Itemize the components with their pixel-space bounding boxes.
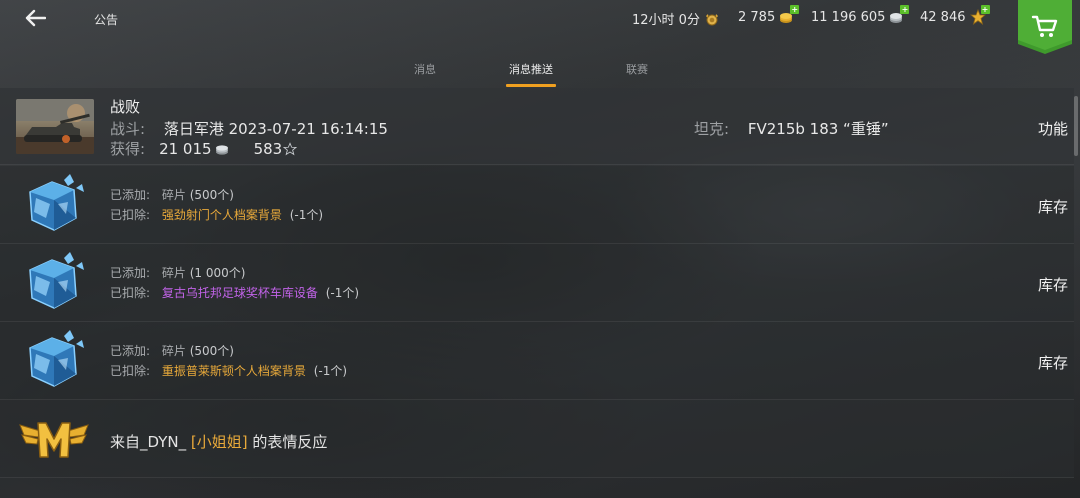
gold-value: 2 785 (738, 9, 776, 25)
added-amount: (1 000个) (189, 266, 246, 280)
removed-item-name: 重振普莱斯顿个人档案背景 (161, 364, 306, 378)
premium-timer[interactable]: 12小时 0分 (632, 9, 720, 28)
clan-tag: 小姐姐 (196, 433, 242, 451)
item-removed-line: 已扣除: 强劲射门个人档案背景 (-1个) (110, 206, 323, 223)
add-silver-icon[interactable]: + (900, 5, 910, 14)
inventory-button[interactable]: 库存 (1038, 274, 1068, 295)
shopping-cart-icon[interactable] (1018, 0, 1072, 54)
free-xp-star-icon: + (969, 5, 990, 25)
silver-coins-icon (215, 144, 228, 155)
m-wings-medal-icon (19, 422, 89, 458)
earned-label: 获得: (110, 140, 146, 158)
battle-map-time: 落日军港 2023-07-21 16:14:15 (163, 120, 388, 138)
item-added-line: 已添加: 碎片 (1 000个) (110, 264, 245, 281)
added-label: 已添加: (110, 344, 151, 358)
add-free-xp-icon[interactable]: + (980, 5, 990, 14)
reaction-row[interactable]: 来自_DYN_ [小姐姐] 的表情反应 (0, 400, 1074, 478)
battle-map-line: 战斗: 落日军港 2023-07-21 16:14:15 (110, 118, 388, 139)
removed-label: 已扣除: (110, 286, 151, 300)
premium-timer-value: 12小时 0分 (632, 13, 700, 28)
item-row[interactable]: 已添加: 碎片 (500个) 已扣除: 强劲射门个人档案背景 (-1个) 库存 (0, 166, 1074, 244)
free-xp-value: 42 846 (920, 9, 966, 25)
added-type: 碎片 (161, 344, 186, 358)
crystal-fragment-icon (29, 252, 84, 309)
silver-balance[interactable]: 11 196 605 + (811, 5, 910, 25)
scrollbar[interactable] (1074, 96, 1078, 156)
item-row[interactable]: 已添加: 碎片 (1 000个) 已扣除: 复古乌托邦足球奖杯车库设备 (-1个… (0, 244, 1074, 322)
tank-label: 坦克: (694, 120, 730, 138)
functions-button[interactable]: 功能 (1038, 118, 1068, 139)
item-removed-line: 已扣除: 复古乌托邦足球奖杯车库设备 (-1个) (110, 284, 359, 301)
clan-close-bracket: ] (241, 433, 248, 451)
removed-amount: (-1个) (289, 208, 324, 222)
silver-earned: 21 015 (159, 139, 212, 158)
added-label: 已添加: (110, 266, 151, 280)
removed-item-name: 强劲射门个人档案背景 (161, 208, 282, 222)
battle-result: 战败 (110, 98, 141, 116)
item-added-line: 已添加: 碎片 (500个) (110, 342, 234, 359)
xp-star-icon (283, 141, 298, 155)
add-gold-icon[interactable]: + (790, 5, 800, 14)
added-type: 碎片 (161, 188, 186, 202)
removed-label: 已扣除: (110, 208, 151, 222)
page-title: 公告 (94, 13, 119, 27)
tank-info: 坦克: FV215b 183 “重锤” (694, 118, 889, 139)
crystal-fragment-icon (29, 174, 84, 231)
gold-balance[interactable]: 2 785 + (738, 5, 800, 25)
removed-amount: (-1个) (325, 286, 360, 300)
tab-messages[interactable]: 消息 (414, 61, 436, 77)
battle-result-row[interactable]: 战败 战斗: 落日军港 2023-07-21 16:14:15 获得: 21 0… (0, 88, 1074, 165)
reaction-suffix: 的表情反应 (252, 433, 328, 451)
back-arrow-icon[interactable] (24, 9, 46, 27)
reaction-text: 来自_DYN_ [小姐姐] 的表情反应 (110, 431, 327, 452)
removed-amount: (-1个) (313, 364, 348, 378)
silver-value: 11 196 605 (811, 9, 886, 25)
inventory-button[interactable]: 库存 (1038, 196, 1068, 217)
silver-coins-icon: + (889, 5, 910, 25)
timer-medal-icon (705, 13, 718, 25)
active-tab-indicator (506, 84, 556, 87)
xp-earned: 583 (253, 139, 283, 158)
item-removed-line: 已扣除: 重振普莱斯顿个人档案背景 (-1个) (110, 362, 347, 379)
tank-thumbnail (16, 99, 94, 154)
tab-notifications[interactable]: 消息推送 (509, 61, 553, 77)
top-bar: 公告 12小时 0分 2 785 + 11 196 605 + 42 846 + (0, 0, 1080, 54)
inventory-button[interactable]: 库存 (1038, 352, 1068, 373)
removed-item-name: 复古乌托邦足球奖杯车库设备 (161, 286, 318, 300)
gold-coins-icon: + (779, 5, 800, 25)
tank-name: FV215b 183 “重锤” (747, 120, 889, 138)
item-added-line: 已添加: 碎片 (500个) (110, 186, 234, 203)
message-list: 战败 战斗: 落日军港 2023-07-21 16:14:15 获得: 21 0… (0, 88, 1080, 498)
added-label: 已添加: (110, 188, 151, 202)
battle-label: 战斗: (110, 120, 146, 138)
crystal-fragment-icon (29, 330, 84, 387)
removed-label: 已扣除: (110, 364, 151, 378)
added-amount: (500个) (189, 344, 234, 358)
added-amount: (500个) (189, 188, 234, 202)
tab-bar: 消息 消息推送 联赛 (0, 58, 1080, 88)
reaction-from: 来自_DYN_ (110, 433, 187, 451)
free-xp-balance[interactable]: 42 846 + (920, 5, 990, 25)
added-type: 碎片 (161, 266, 186, 280)
tab-league[interactable]: 联赛 (626, 61, 648, 77)
item-row[interactable]: 已添加: 碎片 (500个) 已扣除: 重振普莱斯顿个人档案背景 (-1个) 库… (0, 322, 1074, 400)
battle-earned-line: 获得: 21 015 583 (110, 138, 298, 159)
